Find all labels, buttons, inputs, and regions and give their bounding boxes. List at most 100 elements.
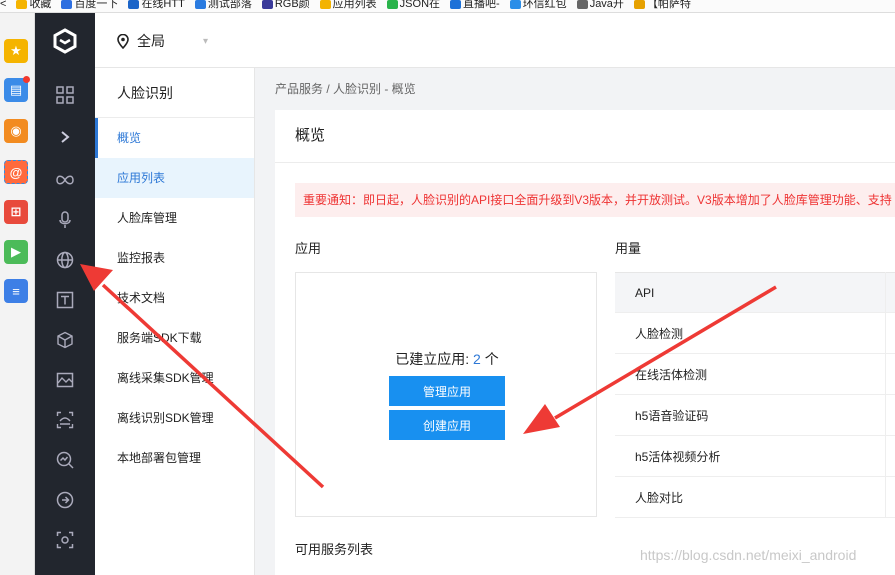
subnav-title: 人脸识别 [95,68,254,118]
table-row: 人脸对比8 [615,476,895,518]
table-row: 人脸检测0 [615,312,895,354]
available-services-title: 可用服务列表 [295,542,374,557]
api-count-cell: 0 [884,435,895,477]
subnav-item-app-list[interactable]: 应用列表 [95,158,254,198]
api-count-cell: 0 [884,394,895,436]
api-name-cell: h5活体视频分析 [615,435,885,477]
image-recognition-icon[interactable] [53,368,77,392]
news-icon[interactable]: ▤ [4,76,30,102]
top-header: 全局 ▾ [95,13,895,68]
mail-icon[interactable]: @ [4,160,28,184]
subnav-item-local-deploy[interactable]: 本地部署包管理 [95,438,254,478]
cloud-logo-icon[interactable] [35,13,95,68]
json-icon [386,0,398,9]
manage-app-button[interactable]: 管理应用 [389,376,505,406]
bookmark-item[interactable]: 【帕萨特 [633,0,691,10]
globe-icon[interactable] [53,248,77,272]
bookmark-label: 收藏 [29,0,52,10]
folder-icon [319,0,331,9]
subnav-item-face-library[interactable]: 人脸库管理 [95,198,254,238]
star-icon [16,0,28,9]
subnav-item-monitoring-report[interactable]: 监控报表 [95,238,254,278]
dashboard-grid-icon[interactable] [53,83,77,107]
expand-chevron-icon[interactable] [53,125,77,149]
redpacket-icon [509,0,521,9]
bookmark-label: Java开 [589,0,624,10]
analytics-search-icon[interactable] [53,448,77,472]
app-count-label: 已建立应用: [395,351,474,367]
subnav-item-tech-docs[interactable]: 技术文档 [95,278,254,318]
tribe-icon [194,0,206,9]
create-app-button[interactable]: 创建应用 [389,410,505,440]
bookmark-item[interactable]: RGB颜 [261,0,310,10]
location-pin-icon [117,33,129,49]
breadcrumb: 产品服务 / 人脸识别 - 概览 [275,82,416,96]
arrow-circle-icon[interactable] [53,488,77,512]
face-scan-icon[interactable] [53,408,77,432]
bookmark-item[interactable]: 收藏 [16,0,52,10]
table-header-row: API 调 [615,272,895,313]
t-icon [128,0,140,9]
app-count-unit: 个 [480,351,499,367]
app-section-title: 应用 [295,241,322,256]
api-count-cell: 8 [884,476,895,518]
browser-side-panel: ★ ▤ ◉ @ ⊞ ▶ ≡ [0,13,35,575]
app-summary-panel: 已建立应用: 2 个 管理应用 创建应用 [295,272,597,517]
api-name-cell: 人脸检测 [615,312,885,354]
notice-banner: 重要通知：即日起，人脸识别的API接口全面升级到V3版本，并开放测试。V3版本增… [295,183,895,217]
bookmark-label: 直播吧- [463,0,500,10]
bookmark-item[interactable]: 在线HTT [128,0,185,10]
bookmark-label: JSON在 [399,0,441,10]
product-icon-rail [35,13,95,575]
bookmark-item[interactable]: Java开 [576,0,624,10]
game-icon[interactable]: ⊞ [4,200,28,224]
video-icon[interactable]: ▶ [4,240,28,264]
bookmark-label: 在线HTT [141,0,185,10]
rgb-icon [261,0,273,9]
live-icon [450,0,462,9]
bookmark-label: 测试部落 [207,0,252,10]
microphone-icon[interactable] [53,208,77,232]
baidu-icon [61,0,73,9]
app-count-text: 已建立应用: 2 个 [296,349,598,369]
region-selector[interactable]: 全局 ▾ [117,31,208,51]
favorites-star-icon[interactable]: ★ [4,39,28,63]
focus-scan-icon[interactable] [53,528,77,552]
chevron-down-icon: ▾ [203,35,209,47]
bookmark-item[interactable]: 测试部落 [194,0,252,10]
bookmark-label: RGB颜 [274,0,310,10]
watermark: https://blog.csdn.net/meixi_android [640,547,857,563]
overview-card: 概览 重要通知：即日起，人脸识别的API接口全面升级到V3版本，并开放测试。V3… [275,110,895,575]
text-recognition-icon[interactable] [53,288,77,312]
api-name-cell: 人脸对比 [615,476,885,518]
bookmark-item[interactable]: 应用列表 [319,0,377,10]
subnav-item-offline-capture-sdk[interactable]: 离线采集SDK管理 [95,358,254,398]
bookmark-label: 应用列表 [332,0,377,10]
column-header-calls: 调 [884,272,895,313]
bookmark-item[interactable]: 直播吧- [450,0,500,10]
document-icon[interactable]: ≡ [4,279,28,303]
main-content: 产品服务 / 人脸识别 - 概览 概览 重要通知：即日起，人脸识别的API接口全… [255,68,895,575]
cube-icon[interactable] [53,328,77,352]
car-icon [633,0,645,9]
bookmark-label: 【帕萨特 [646,0,691,10]
api-count-cell: 0 [884,353,895,395]
back-nav-icon[interactable]: < [0,0,6,10]
page-title: 概览 [275,110,895,163]
subnav-item-overview[interactable]: 概览 [95,118,254,158]
java-icon [576,0,588,9]
bookmark-item[interactable]: 环信红包 [509,0,567,10]
region-label: 全局 [137,33,165,49]
subnav-item-server-sdk[interactable]: 服务端SDK下载 [95,318,254,358]
product-subnav: 人脸识别 概览 应用列表 人脸库管理 监控报表 技术文档 服务端SDK下载 离线… [95,68,255,575]
table-row: h5活体视频分析0 [615,435,895,477]
subnav-item-offline-recognition-sdk[interactable]: 离线识别SDK管理 [95,398,254,438]
api-name-cell: 在线活体检测 [615,353,885,395]
table-row: 在线活体检测0 [615,353,895,395]
column-header-api: API [615,272,885,313]
usage-section-title: 用量 [615,241,642,256]
bookmark-item[interactable]: JSON在 [386,0,441,10]
weibo-icon[interactable]: ◉ [4,119,28,143]
infinity-icon[interactable] [53,168,77,192]
bookmark-item[interactable]: 百度一下 [61,0,118,10]
